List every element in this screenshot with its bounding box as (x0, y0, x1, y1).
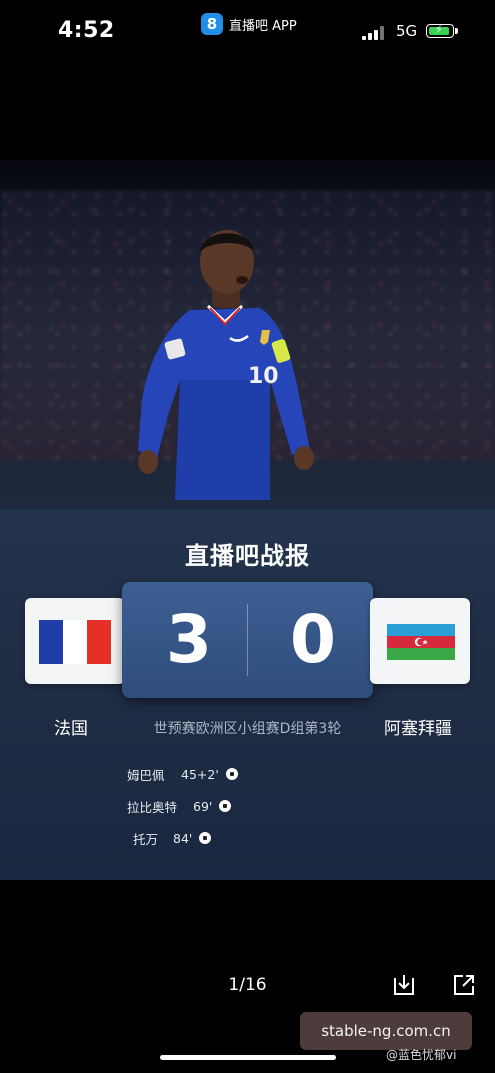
goal-minute: 84' (173, 830, 193, 846)
signal-icon (362, 26, 386, 40)
app-logo-icon: 8 (201, 13, 223, 35)
football-icon (199, 832, 212, 844)
scorer-name: 托万 (133, 831, 159, 847)
share-icon (454, 975, 474, 995)
author-credit: @蓝色忧郁vi (386, 1048, 457, 1062)
svg-text:10: 10 (248, 364, 279, 389)
scoreboard: 3 0 (122, 582, 373, 698)
scorer-row: 姆巴佩 45+2' (127, 758, 238, 790)
home-score: 3 (166, 601, 212, 678)
app-name: 直播吧 APP (229, 18, 297, 34)
status-time: 4:52 (58, 18, 115, 43)
report-headline: 直播吧战报 (185, 542, 310, 570)
download-icon (394, 975, 414, 995)
scorer-name: 姆巴佩 (127, 767, 165, 783)
hero-photo: 10 (0, 160, 495, 520)
page-counter: 1/16 (228, 975, 267, 995)
scorer-list: 姆巴佩 45+2' 拉比奥特 69' 托万 84' (127, 758, 238, 854)
match-report-card: 直播吧战报 3 0 法国 世预赛欧洲区小组赛D组第3轮 阿塞拜疆 姆巴佩 45+… (0, 510, 495, 880)
home-flag (25, 598, 125, 684)
football-icon (225, 768, 238, 780)
watermark-label: stable-ng.com.cn (300, 1012, 472, 1050)
network-type: 5G (396, 22, 418, 40)
goal-minute: 69' (193, 798, 213, 814)
away-score: 0 (290, 601, 336, 678)
scorer-row: 托万 84' (127, 822, 238, 854)
share-button[interactable] (451, 972, 477, 998)
away-flag (370, 598, 470, 684)
download-button[interactable] (391, 972, 417, 998)
football-icon (219, 800, 232, 812)
home-indicator[interactable] (160, 1055, 336, 1060)
app-indicator[interactable]: 8 直播吧 APP (201, 12, 297, 36)
status-bar: 4:52 8 直播吧 APP 5G ⚡ (0, 0, 495, 66)
azerbaijan-flag-icon (387, 624, 455, 660)
score-divider (247, 604, 248, 676)
battery-icon: ⚡ (426, 23, 458, 38)
goal-minute: 45+2' (181, 766, 219, 782)
player-figure: 10 (138, 230, 314, 500)
france-flag-icon (39, 620, 111, 664)
scorer-row: 拉比奥特 69' (127, 790, 238, 822)
scorer-name: 拉比奥特 (127, 799, 178, 815)
away-team-name: 阿塞拜疆 (384, 719, 452, 739)
